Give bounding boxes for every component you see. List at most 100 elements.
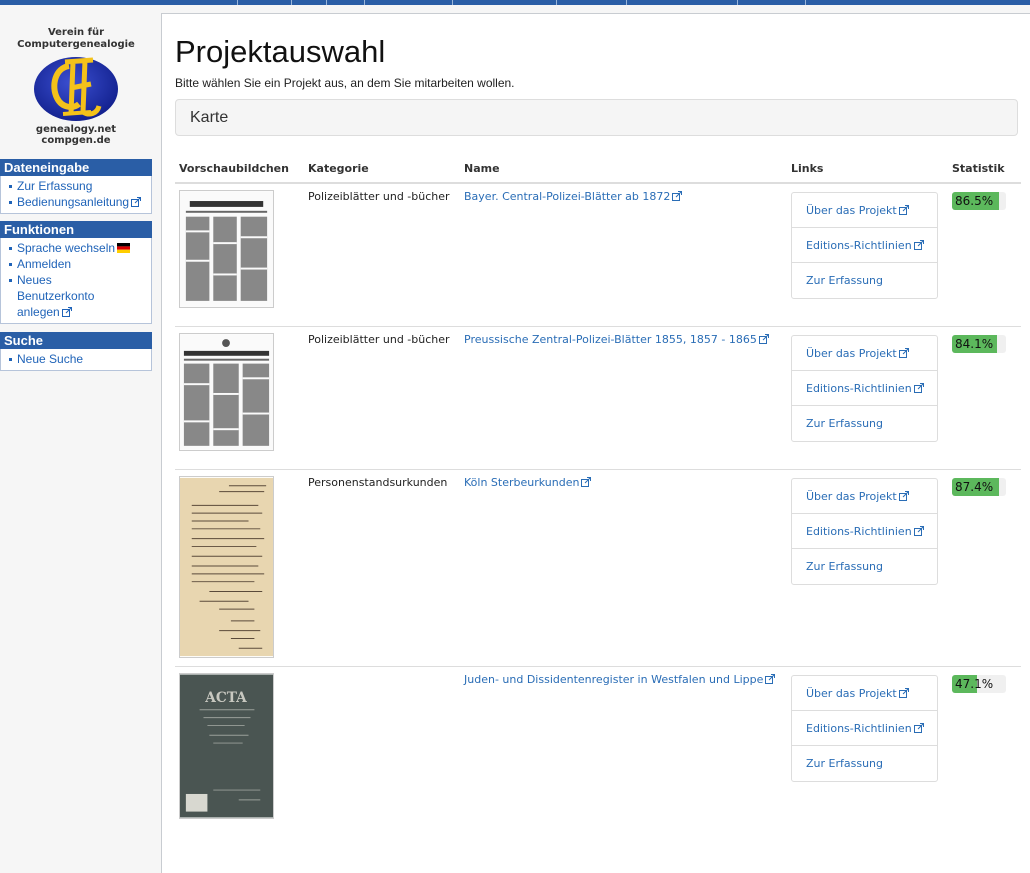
- sidebar: Verein für Computergenealogie genealogy.…: [0, 0, 152, 371]
- site-logo[interactable]: Verein für Computergenealogie genealogy.…: [0, 0, 152, 146]
- start-entry-link[interactable]: Zur Erfassung: [792, 263, 937, 298]
- links-cell: Über das Projekt Editions-Richtlinien Zu…: [787, 665, 948, 826]
- link-anmelden[interactable]: Anmelden: [9, 256, 149, 272]
- top-tab[interactable]: [626, 0, 627, 5]
- portlet-body: Sprache wechseln Anmelden Neues Benutzerk…: [0, 238, 152, 324]
- top-tab[interactable]: [556, 0, 557, 5]
- links-cell: Über das Projekt Editions-Richtlinien Zu…: [787, 468, 948, 666]
- thumbnail-cell: ACTA: [175, 665, 304, 826]
- statistics-cell: 87.4%: [948, 468, 1021, 666]
- name-cell: Köln Sterbeurkunden: [460, 468, 787, 666]
- portlet-title: Dateneingabe: [0, 159, 152, 176]
- external-link-icon: [913, 382, 924, 393]
- statistics-cell: 84.1%: [948, 325, 1021, 469]
- cg-logo-icon: [34, 57, 118, 121]
- statistics-cell: 47.1%: [948, 665, 1021, 826]
- start-entry-link[interactable]: Zur Erfassung: [792, 406, 937, 441]
- statistics-cell: 86.5%: [948, 182, 1021, 326]
- portlet-body: Zur Erfassung Bedienungsanleitung: [0, 176, 152, 214]
- thumbnail-cell: [175, 325, 304, 469]
- project-name-link[interactable]: Juden- und Dissidentenregister in Westfa…: [464, 673, 763, 686]
- link-bedienungsanleitung[interactable]: Bedienungsanleitung: [9, 194, 149, 210]
- project-links: Über das Projekt Editions-Richtlinien Zu…: [791, 674, 938, 782]
- external-link-icon: [131, 197, 142, 207]
- progress-bar: 87.4%: [952, 477, 1006, 496]
- header-statistics: Statistik: [948, 155, 1021, 184]
- portlet-title: Funktionen: [0, 221, 152, 238]
- start-entry-link[interactable]: Zur Erfassung: [792, 746, 937, 781]
- header-name: Name: [460, 155, 787, 184]
- top-tab[interactable]: [737, 0, 738, 5]
- category-cell: Polizeiblätter und -bücher: [304, 325, 460, 469]
- german-flag-icon: [117, 243, 131, 253]
- edition-guidelines-link[interactable]: Editions-Richtlinien: [792, 711, 937, 746]
- top-tab[interactable]: [237, 0, 238, 5]
- links-cell: Über das Projekt Editions-Richtlinien Zu…: [787, 182, 948, 326]
- project-thumbnail[interactable]: [179, 475, 274, 658]
- link-sprache-wechseln[interactable]: Sprache wechseln: [9, 240, 149, 256]
- table-row: ACTA Juden- und Dissidentenregister in W…: [175, 665, 1021, 826]
- link-neue-suche[interactable]: Neue Suche: [9, 351, 149, 367]
- about-project-link[interactable]: Über das Projekt: [792, 676, 937, 711]
- top-tab[interactable]: [364, 0, 365, 5]
- project-name-link[interactable]: Köln Sterbeurkunden: [464, 476, 579, 489]
- external-link-icon: [913, 240, 924, 250]
- main-content: Projektauswahl Bitte wählen Sie ein Proj…: [161, 13, 1030, 873]
- table-row: Personenstandsurkunden Köln Sterbeurkund…: [175, 468, 1021, 666]
- portlet-title: Suche: [0, 332, 152, 349]
- project-name-link[interactable]: Bayer. Central-Polizei-Blätter ab 1872: [464, 190, 670, 203]
- external-link-icon: [61, 307, 72, 317]
- progress-bar: 84.1%: [952, 334, 1006, 353]
- project-name-link[interactable]: Preussische Zentral-Polizei-Blätter 1855…: [464, 333, 757, 346]
- header-thumbnail: Vorschaubildchen: [175, 155, 304, 184]
- links-cell: Über das Projekt Editions-Richtlinien Zu…: [787, 325, 948, 469]
- link-neues-benutzerkonto[interactable]: Neues Benutzerkonto anlegen: [9, 272, 149, 320]
- progress-label: 84.1%: [955, 336, 994, 351]
- project-thumbnail[interactable]: ACTA: [179, 672, 274, 819]
- top-tab[interactable]: [805, 0, 806, 5]
- top-tab[interactable]: [291, 0, 292, 5]
- logo-sites: genealogy.net compgen.de: [35, 124, 117, 146]
- edition-guidelines-link[interactable]: Editions-Richtlinien: [792, 228, 937, 263]
- project-thumbnail[interactable]: [179, 332, 274, 451]
- category-cell: Polizeiblätter und -bücher: [304, 182, 460, 326]
- project-links: Über das Projekt Editions-Richtlinien Zu…: [791, 334, 938, 442]
- map-panel-toggle[interactable]: Karte: [175, 99, 1018, 136]
- project-links: Über das Projekt Editions-Richtlinien Zu…: [791, 192, 938, 299]
- external-link-icon: [581, 476, 592, 487]
- link-zur-erfassung[interactable]: Zur Erfassung: [9, 178, 149, 194]
- portlet-dateneingabe: Dateneingabe Zur Erfassung Bedienungsanl…: [0, 159, 152, 214]
- start-entry-link[interactable]: Zur Erfassung: [792, 549, 937, 584]
- header-links: Links: [787, 155, 948, 184]
- category-cell: Personenstandsurkunden: [304, 468, 460, 666]
- external-link-icon: [898, 687, 909, 698]
- edition-guidelines-link[interactable]: Editions-Richtlinien: [792, 371, 937, 406]
- portlet-suche: Suche Neue Suche: [0, 332, 152, 371]
- external-link-icon: [898, 347, 909, 358]
- external-link-icon: [672, 191, 683, 201]
- progress-label: 87.4%: [955, 479, 994, 494]
- name-cell: Bayer. Central-Polizei-Blätter ab 1872: [460, 182, 787, 326]
- intro-text: Bitte wählen Sie ein Projekt aus, an dem…: [175, 76, 515, 90]
- external-link-icon: [913, 722, 924, 733]
- top-tab[interactable]: [326, 0, 327, 5]
- table-row: Polizeiblätter und -bücher Preussische Z…: [175, 325, 1021, 469]
- about-project-link[interactable]: Über das Projekt: [792, 193, 937, 228]
- external-link-icon: [898, 205, 909, 215]
- external-link-icon: [898, 490, 909, 501]
- thumbnail-cell: [175, 468, 304, 666]
- top-tab[interactable]: [452, 0, 453, 5]
- name-cell: Juden- und Dissidentenregister in Westfa…: [460, 665, 787, 826]
- progress-bar: 47.1%: [952, 674, 1006, 693]
- logo-title: Verein für Computergenealogie: [17, 27, 135, 50]
- project-thumbnail[interactable]: [179, 190, 274, 308]
- about-project-link[interactable]: Über das Projekt: [792, 479, 937, 514]
- external-link-icon: [758, 333, 769, 344]
- about-project-link[interactable]: Über das Projekt: [792, 336, 937, 371]
- thumbnail-cell: [175, 182, 304, 326]
- name-cell: Preussische Zentral-Polizei-Blätter 1855…: [460, 325, 787, 469]
- progress-bar: 86.5%: [952, 192, 1006, 210]
- table-row: Polizeiblätter und -bücher Bayer. Centra…: [175, 182, 1021, 326]
- edition-guidelines-link[interactable]: Editions-Richtlinien: [792, 514, 937, 549]
- portlet-body: Neue Suche: [0, 349, 152, 371]
